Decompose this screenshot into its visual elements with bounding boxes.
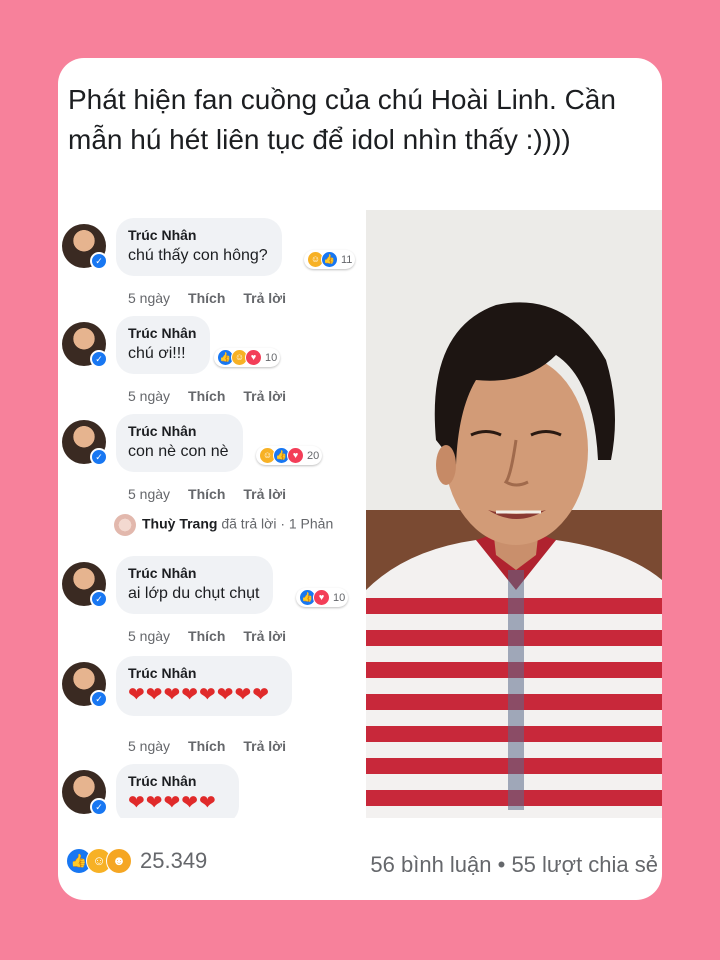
reaction-summary[interactable]: ☺ 👍 11 — [304, 250, 356, 269]
comment-time: 5 ngày — [128, 628, 171, 644]
comment-text: chú thấy con hông? — [128, 247, 268, 264]
comment-time: 5 ngày — [128, 290, 171, 306]
verified-badge-icon: ✓ — [90, 690, 108, 708]
reaction-summary[interactable]: ☺ 👍 ♥ 20 — [256, 446, 323, 465]
avatar[interactable]: ✓ — [62, 562, 108, 608]
avatar — [114, 514, 136, 536]
comment-actions: 5 ngày Thích Trả lời — [128, 388, 304, 404]
comment-bubble: Trúc Nhân ai lớp du chụt chụt — [116, 556, 274, 614]
reaction-summary[interactable]: 👍 ☺ ♥ 10 — [214, 348, 281, 367]
reply-link[interactable]: Trả lời — [243, 628, 286, 644]
reply-notice[interactable]: Thuỳ Trang đã trả lời · 1 Phản — [114, 514, 333, 536]
comment-text: ❤❤❤❤❤ — [128, 792, 217, 814]
comment-bubble: Trúc Nhân chú thấy con hông? — [116, 218, 282, 276]
comment-time: 5 ngày — [128, 738, 171, 754]
man-in-striped-shirt-image — [366, 210, 662, 818]
love-icon: ♥ — [313, 589, 330, 606]
avatar[interactable]: ✓ — [62, 420, 108, 466]
post-caption: Phát hiện fan cuồng của chú Hoài Linh. C… — [68, 84, 616, 155]
reaction-summary[interactable]: 👍 ♥ 10 — [296, 588, 349, 607]
like-link[interactable]: Thích — [188, 738, 225, 754]
comment-text: con nè con nè — [128, 443, 229, 460]
reply-link[interactable]: Trả lời — [243, 290, 286, 306]
reply-link[interactable]: Trả lời — [243, 486, 286, 502]
commenter-name[interactable]: Trúc Nhân — [128, 772, 217, 790]
comment-text: ai lớp du chụt chụt — [128, 585, 260, 602]
care-icon: ☻ — [106, 848, 132, 874]
reaction-count: 11 — [341, 253, 353, 266]
comment-actions: 5 ngày Thích Trả lời — [128, 738, 304, 754]
love-icon: ♥ — [245, 349, 262, 366]
reply-notice-text: đã trả lời · 1 Phản — [221, 515, 334, 532]
comment-text: ❤❤❤❤❤❤❤❤ — [128, 684, 271, 706]
avatar[interactable]: ✓ — [62, 224, 108, 270]
verified-badge-icon: ✓ — [90, 590, 108, 608]
comment-time: 5 ngày — [128, 486, 171, 502]
comment-text: chú ơi!!! — [128, 345, 186, 362]
commenter-name[interactable]: Trúc Nhân — [128, 226, 268, 244]
reply-author: Thuỳ Trang — [142, 515, 218, 532]
post-footer: 👍 ☺ ☻ 25.349 56 bình luận • 55 lượt chia… — [58, 828, 662, 900]
comment-actions: 5 ngày Thích Trả lời — [128, 290, 304, 306]
avatar[interactable]: ✓ — [62, 322, 108, 368]
comment-actions: 5 ngày Thích Trả lời — [128, 628, 304, 644]
reaction-total: 25.349 — [140, 848, 208, 873]
verified-badge-icon: ✓ — [90, 252, 108, 270]
comment-bubble: Trúc Nhân con nè con nè — [116, 414, 243, 472]
comment-screenshot: ✓ Trúc Nhân chú thấy con hông? ☺ 👍 11 5 ng… — [58, 210, 364, 818]
comment-actions: 5 ngày Thích Trả lời — [128, 486, 304, 502]
reply-link[interactable]: Trả lời — [243, 388, 286, 404]
avatar[interactable]: ✓ — [62, 662, 108, 708]
comment-time: 5 ngày — [128, 388, 171, 404]
like-link[interactable]: Thích — [188, 486, 225, 502]
like-link[interactable]: Thích — [188, 290, 225, 306]
post-card: Phát hiện fan cuồng của chú Hoài Linh. C… — [58, 58, 662, 900]
like-link[interactable]: Thích — [188, 388, 225, 404]
verified-badge-icon: ✓ — [90, 798, 108, 816]
verified-badge-icon: ✓ — [90, 448, 108, 466]
reply-link[interactable]: Trả lời — [243, 738, 286, 754]
like-icon: 👍 — [321, 251, 338, 268]
video-still-photo — [366, 210, 662, 818]
commenter-name[interactable]: Trúc Nhân — [128, 664, 270, 682]
verified-badge-icon: ✓ — [90, 350, 108, 368]
post-reactions[interactable]: 👍 ☺ ☻ 25.349 — [66, 848, 207, 874]
love-icon: ♥ — [287, 447, 304, 464]
comment-bubble: Trúc Nhân ❤❤❤❤❤ — [116, 764, 239, 818]
comment-bubble: Trúc Nhân chú ơi!!! — [116, 316, 211, 374]
reaction-count: 20 — [307, 449, 320, 462]
reaction-count: 10 — [333, 591, 346, 604]
comment-share-stats[interactable]: 56 bình luận • 55 lượt chia sẻ — [370, 852, 658, 878]
commenter-name[interactable]: Trúc Nhân — [128, 422, 229, 440]
avatar[interactable]: ✓ — [62, 770, 108, 816]
commenter-name[interactable]: Trúc Nhân — [128, 564, 259, 582]
reaction-count: 10 — [265, 351, 278, 364]
commenter-name[interactable]: Trúc Nhân — [128, 324, 196, 342]
comment-bubble: Trúc Nhân ❤❤❤❤❤❤❤❤ — [116, 656, 293, 716]
like-link[interactable]: Thích — [188, 628, 225, 644]
